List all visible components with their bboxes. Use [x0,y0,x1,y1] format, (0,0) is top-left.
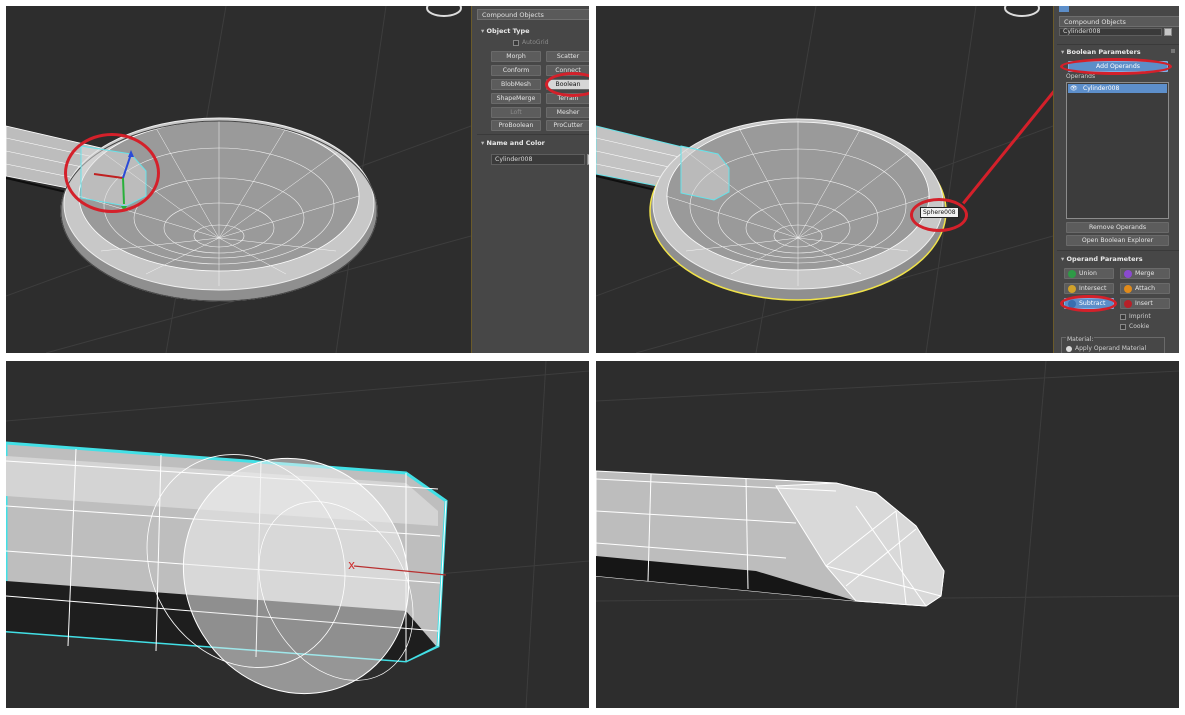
subtract-icon [1068,300,1076,308]
perspective-viewport[interactable] [6,6,471,353]
cookie-label: Cookie [1129,323,1150,330]
merge-button[interactable]: Merge [1120,268,1170,279]
union-button[interactable]: Union [1064,268,1114,279]
scatter-button[interactable]: Scatter [546,51,589,62]
object-name-field[interactable]: Cylinder008 [1059,28,1162,36]
intersect-button[interactable]: Intersect [1064,283,1114,294]
subtracted-handle[interactable] [596,470,945,607]
add-operands-button[interactable]: Add Operands [1068,61,1168,72]
terrain-button[interactable]: Terrain [546,93,589,104]
mesher-button[interactable]: Mesher [546,107,589,118]
create-tab-icon[interactable] [1059,6,1069,12]
object-tooltip: Sphere008 [920,207,959,218]
autogrid-checkbox[interactable] [513,40,519,46]
cookie-checkbox[interactable] [1120,324,1126,330]
merge-icon [1124,270,1132,278]
rollout-divider [477,134,589,135]
eye-icon[interactable]: 👁 [1070,84,1078,93]
rollout-grip-icon[interactable] [1171,49,1175,53]
viewport-quadrant-top-left: Compound Objects Object Type AutoGrid Mo… [6,6,589,353]
attach-icon [1124,285,1132,293]
rollout-object-type[interactable]: Object Type [481,27,530,35]
union-icon [1068,270,1076,278]
category-dropdown[interactable]: Compound Objects [1059,16,1179,27]
material-label: Material: [1066,336,1095,343]
viewcube-icon[interactable] [426,6,462,17]
imprint-checkbox[interactable] [1120,314,1126,320]
shapemerge-button[interactable]: ShapeMerge [491,93,541,104]
operand-list-item[interactable]: 👁 Cylinder008 [1068,84,1167,93]
blobmesh-button[interactable]: BlobMesh [491,79,541,90]
rollout-divider [1057,44,1179,45]
insert-button[interactable]: Insert [1120,298,1170,309]
rollout-divider [1057,250,1179,251]
perspective-viewport[interactable]: Sphere008 [596,6,1053,353]
svg-text:x: x [348,558,355,572]
morph-button[interactable]: Morph [491,51,541,62]
bowl-object[interactable] [60,117,378,302]
operands-label: Operands [1066,73,1096,80]
loft-button[interactable]: Loft [491,107,541,118]
command-panel-modify: Compound Objects Cylinder008 Boolean Par… [1053,6,1179,353]
viewport-quadrant-top-right: Sphere008 Compound Objects Cylinder008 B… [596,6,1179,353]
intersect-icon [1068,285,1076,293]
apply-operand-material-label: Apply Operand Material [1075,345,1147,352]
rollout-boolean-parameters[interactable]: Boolean Parameters [1061,48,1141,56]
object-name-field[interactable]: Cylinder008 [491,154,585,165]
subtract-button[interactable]: Subtract [1064,298,1114,309]
proboolean-button[interactable]: ProBoolean [491,120,541,131]
remove-operands-button[interactable]: Remove Operands [1066,222,1169,233]
handle-closeup-scene: x [6,361,589,708]
bowl-scene [596,6,1053,353]
conform-button[interactable]: Conform [491,65,541,76]
imprint-label: Imprint [1129,313,1151,320]
operands-list[interactable]: 👁 Cylinder008 [1066,82,1169,219]
connect-button[interactable]: Connect [546,65,589,76]
bowl-object[interactable] [649,118,947,301]
boolean-button[interactable]: Boolean [546,79,589,90]
viewport-quadrant-bottom-left: x [6,361,589,708]
rollout-name-and-color[interactable]: Name and Color [481,139,545,147]
insert-icon [1124,300,1132,308]
category-dropdown[interactable]: Compound Objects [477,9,589,20]
open-boolean-explorer-button[interactable]: Open Boolean Explorer [1066,235,1169,246]
procutter-button[interactable]: ProCutter [546,120,589,131]
handle-result-scene [596,361,1179,708]
command-panel-create: Compound Objects Object Type AutoGrid Mo… [471,6,589,353]
object-color-swatch[interactable] [1164,28,1172,36]
rollout-operand-parameters[interactable]: Operand Parameters [1061,255,1143,263]
viewcube-icon[interactable] [1004,6,1040,17]
viewport-quadrant-bottom-right [596,361,1179,708]
bowl-scene [6,6,471,353]
apply-operand-material-radio[interactable] [1066,346,1072,352]
zoomed-viewport-before[interactable]: x [6,361,589,708]
autogrid-label: AutoGrid [522,39,549,46]
zoomed-viewport-after[interactable] [596,361,1179,708]
attach-button[interactable]: Attach [1120,283,1170,294]
object-color-swatch[interactable] [587,154,589,165]
